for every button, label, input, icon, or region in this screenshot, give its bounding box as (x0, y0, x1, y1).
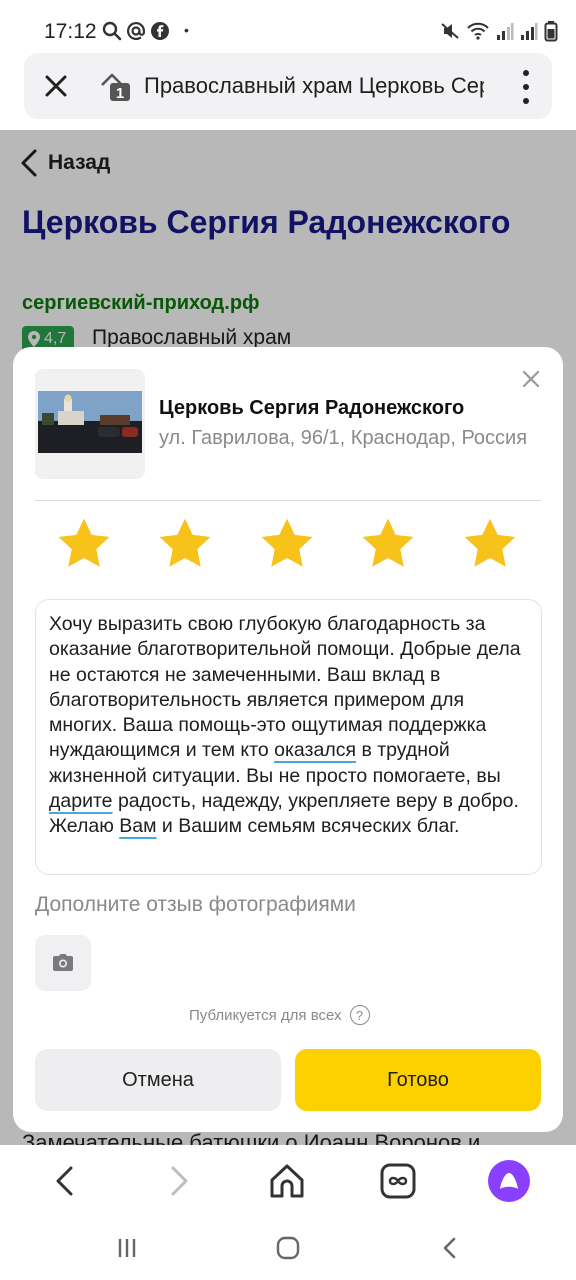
alice-assistant-icon[interactable] (487, 1159, 531, 1203)
review-textarea[interactable]: Хочу выразить свою глубокую благодарност… (35, 599, 542, 875)
star-icon[interactable] (461, 515, 519, 573)
star-icon[interactable] (359, 515, 417, 573)
dialog-place-name: Церковь Сергия Радонежского (159, 397, 465, 419)
status-time: 17:12 (44, 20, 97, 43)
home-button-icon[interactable] (273, 1233, 303, 1263)
browser-menu-icon[interactable] (520, 70, 532, 104)
signal-icon (497, 23, 514, 40)
close-tab-icon[interactable] (40, 70, 72, 102)
recent-apps-icon[interactable] (112, 1233, 142, 1263)
facebook-icon (151, 22, 169, 40)
church-photo (38, 391, 142, 453)
system-navigation-bar (0, 1217, 576, 1280)
star-icon[interactable] (55, 515, 113, 573)
help-icon[interactable]: ? (349, 1005, 370, 1025)
review-text: Хочу выразить свою глубокую благодарност… (49, 613, 521, 838)
mute-icon (441, 23, 459, 39)
camera-icon (53, 954, 73, 971)
close-icon[interactable] (521, 369, 541, 389)
spellcheck-word: Вам (119, 815, 157, 838)
browser-address-bar[interactable]: 1 Православный храм Церковь Сергия Радон… (24, 53, 552, 119)
status-more-dot: • (184, 22, 189, 38)
tabs-infinity-icon[interactable] (376, 1159, 420, 1203)
search-icon (102, 21, 122, 41)
back-arrow-icon[interactable] (44, 1159, 88, 1203)
browser-toolbar (0, 1145, 576, 1217)
forward-arrow-icon[interactable] (156, 1159, 200, 1203)
dialog-place-address: ул. Гаврилова, 96/1, Краснодар, Россия (159, 427, 528, 449)
done-button[interactable]: Готово (295, 1049, 541, 1111)
wifi-icon (467, 22, 489, 40)
star-rating[interactable] (55, 515, 525, 575)
tab-counter-icon[interactable]: 1 (98, 69, 134, 105)
tab-count: 1 (116, 85, 124, 102)
battery-icon (544, 21, 558, 42)
publish-note: Публикуется для всех ? (189, 1005, 370, 1025)
system-back-icon[interactable] (435, 1233, 465, 1263)
page-title-in-address-bar[interactable]: Православный храм Церковь Сергия Радонеж… (144, 73, 484, 99)
at-icon (127, 22, 145, 40)
status-system-icons (440, 20, 558, 42)
place-photo (35, 369, 145, 479)
photos-label: Дополните отзыв фотографиями (35, 893, 356, 916)
spellcheck-word: оказался (274, 739, 357, 762)
spellcheck-word: дарите (49, 790, 113, 813)
cancel-button[interactable]: Отмена (35, 1049, 281, 1111)
status-notification-icons (102, 21, 170, 41)
home-icon[interactable] (265, 1159, 309, 1203)
signal-icon (521, 23, 538, 40)
divider (35, 500, 541, 501)
review-dialog: Церковь Сергия Радонежского ул. Гаврилов… (13, 347, 563, 1132)
star-icon[interactable] (156, 515, 214, 573)
add-photo-button[interactable] (35, 935, 91, 991)
star-icon[interactable] (258, 515, 316, 573)
